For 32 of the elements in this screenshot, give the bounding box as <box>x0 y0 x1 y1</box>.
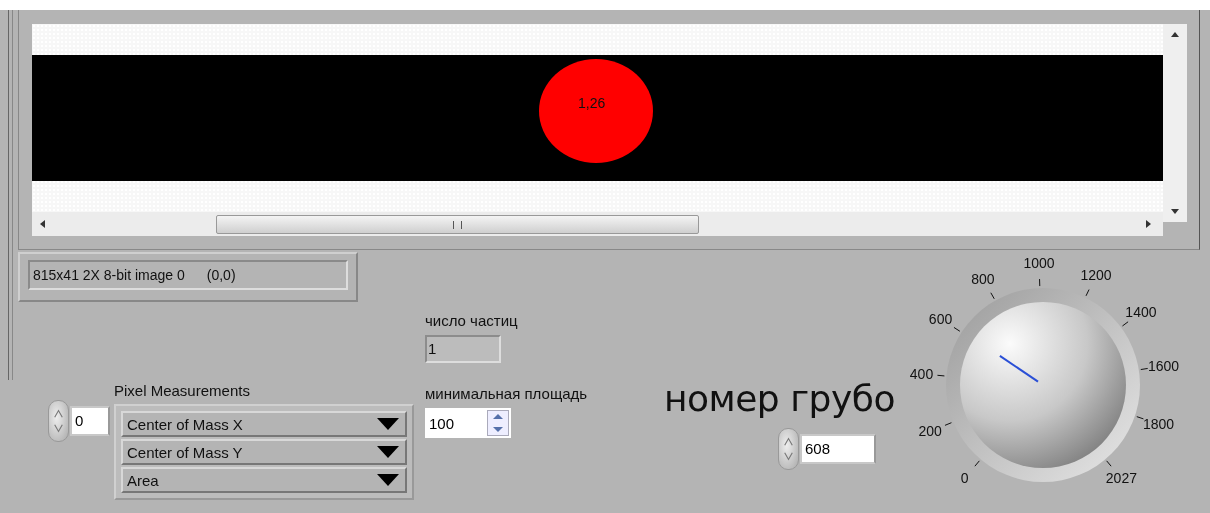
image-info-text: 815x41 2X 8-bit image 0 <box>33 267 185 283</box>
dial-scale-label: 800 <box>971 270 995 287</box>
dial-scale-label: 400 <box>909 365 934 382</box>
dial-scale-label: 1000 <box>1023 255 1055 272</box>
cursor-coordinates: (0,0) <box>206 267 236 283</box>
measurement-dropdown[interactable]: Area <box>121 467 407 493</box>
increment-decrement-icon[interactable] <box>48 400 69 442</box>
control-label: Pixel Measurements <box>114 382 250 399</box>
spin-arrows-icon[interactable] <box>487 410 509 436</box>
min-area-field[interactable]: 100 <box>425 408 511 438</box>
dial-scale-label: 1200 <box>1080 267 1112 284</box>
increment-decrement-icon[interactable] <box>778 428 799 470</box>
dial-scale-label: 600 <box>928 310 953 327</box>
vertical-scrollbar[interactable] <box>1163 24 1187 222</box>
dial-scale-label: 0 <box>960 470 969 487</box>
dial-scale-label: 1600 <box>1147 357 1180 374</box>
number-field[interactable]: 608 <box>800 434 876 464</box>
measurement-dropdown[interactable]: Center of Mass X <box>121 411 407 437</box>
scroll-thumb[interactable] <box>216 215 699 234</box>
measurement-dropdown[interactable]: Center of Mass Y <box>121 439 407 465</box>
control-label: число частиц <box>425 312 518 329</box>
dropdown-arrow-icon[interactable] <box>377 474 399 486</box>
dial-scale-label: 1800 <box>1143 416 1175 432</box>
dial-scale-label: 200 <box>918 423 942 440</box>
particle-label: 1,26 <box>578 95 606 111</box>
dial-scale-label: 2027 <box>1105 470 1137 487</box>
control-label: минимальная площадь <box>425 385 588 402</box>
dial-scale-label: 1400 <box>1125 304 1157 321</box>
horizontal-scrollbar[interactable] <box>32 212 1163 236</box>
count-indicator: 1 <box>425 335 501 363</box>
index-field[interactable]: 0 <box>70 406 110 436</box>
control-label: номер грубо <box>664 378 895 419</box>
